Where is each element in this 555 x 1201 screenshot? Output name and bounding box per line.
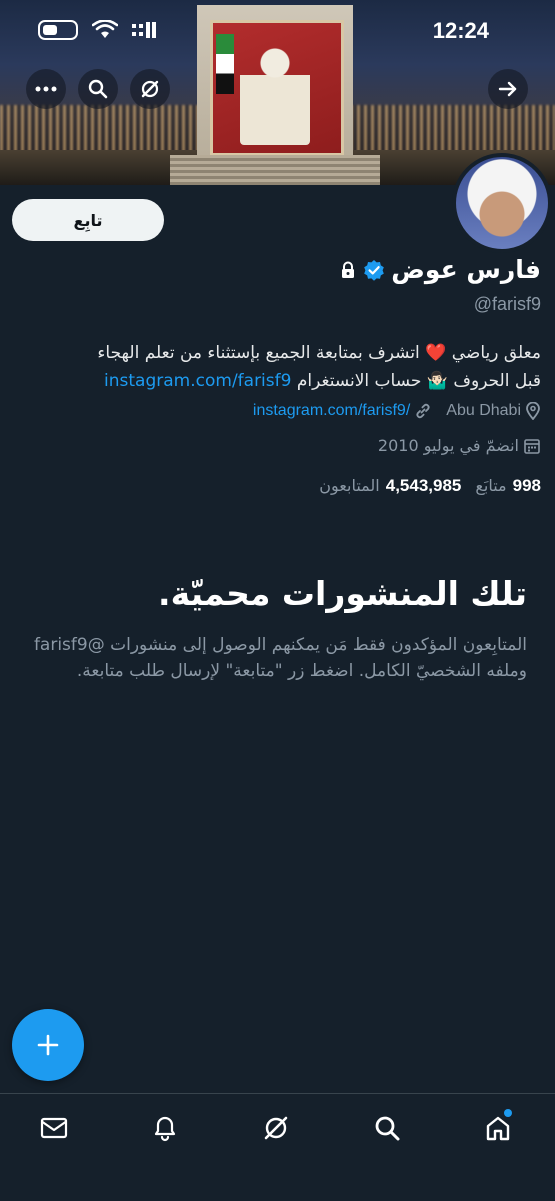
search-profile-button[interactable] bbox=[78, 69, 118, 109]
handle: @farisf9 bbox=[473, 294, 541, 314]
more-icon bbox=[35, 86, 57, 92]
grok-button[interactable] bbox=[130, 69, 170, 109]
back-button[interactable] bbox=[488, 69, 528, 109]
grok-icon bbox=[264, 1116, 288, 1140]
plus-icon bbox=[37, 1034, 59, 1056]
following-label: متابَع bbox=[475, 476, 507, 495]
status-time: 12:24 bbox=[432, 18, 489, 43]
avatar[interactable] bbox=[452, 153, 552, 253]
followers-label: المتابعون bbox=[319, 476, 380, 495]
location: Abu Dhabi bbox=[446, 402, 541, 420]
follow-stats: 998 متابَع 4,543,985 المتابعون bbox=[319, 476, 541, 496]
followers-stat[interactable]: 4,543,985 المتابعون bbox=[319, 476, 461, 496]
joined-text: انضمّ في يوليو 2010 bbox=[377, 436, 519, 455]
more-button[interactable] bbox=[26, 69, 66, 109]
bell-icon bbox=[154, 1116, 176, 1142]
nav-search[interactable] bbox=[367, 1108, 407, 1148]
joined-date: انضمّ في يوليو 2010 bbox=[378, 436, 541, 455]
location-text: Abu Dhabi bbox=[446, 402, 521, 419]
bottom-nav bbox=[0, 1093, 555, 1201]
bio-line-2: قبل الحروف 🤷🏻‍♂️ حساب الانستغرام instagr… bbox=[11, 367, 541, 395]
arrow-right-icon bbox=[498, 81, 517, 97]
signal-icon bbox=[132, 22, 156, 38]
following-stat[interactable]: 998 متابَع bbox=[475, 476, 541, 496]
protected-body: المتابِعون المؤكدون فقط مَن يمكنهم الوصو… bbox=[33, 635, 527, 681]
bio-instagram-link[interactable]: instagram.com/farisf9 bbox=[104, 371, 291, 391]
nav-home[interactable] bbox=[478, 1108, 518, 1148]
home-icon bbox=[486, 1116, 510, 1141]
status-bar: 12:24 bbox=[0, 0, 555, 62]
following-count: 998 bbox=[512, 476, 541, 495]
verified-badge-icon[interactable] bbox=[363, 259, 385, 281]
nav-notifications[interactable] bbox=[145, 1108, 185, 1148]
notification-dot bbox=[504, 1109, 512, 1117]
profile-meta: Abu Dhabi instagram.com/farisf9/ bbox=[253, 402, 541, 420]
location-pin-icon bbox=[526, 402, 540, 420]
bio: معلق رياضي ❤️ اتشرف بمتابعة الجميع بإستث… bbox=[11, 339, 541, 395]
grok-icon bbox=[141, 80, 159, 98]
display-name: فارس عوض bbox=[391, 255, 541, 284]
compose-button[interactable] bbox=[12, 1009, 84, 1081]
nav-grok[interactable] bbox=[256, 1108, 296, 1148]
nav-messages[interactable] bbox=[34, 1108, 74, 1148]
protected-title: تلك المنشورات محميّة. bbox=[158, 574, 527, 613]
website-link[interactable]: instagram.com/farisf9/ bbox=[253, 402, 410, 420]
follow-button[interactable]: تابِع bbox=[12, 199, 164, 241]
mail-icon bbox=[40, 1117, 68, 1139]
bio-line-2-text: قبل الحروف 🤷🏻‍♂️ حساب الانستغرام bbox=[296, 371, 541, 391]
status-icons bbox=[38, 20, 156, 40]
wifi-icon bbox=[92, 20, 118, 38]
calendar-icon bbox=[524, 438, 540, 454]
followers-count: 4,543,985 bbox=[385, 476, 462, 495]
battery-icon bbox=[38, 20, 78, 40]
banner-steps bbox=[170, 155, 380, 185]
search-icon bbox=[88, 79, 108, 99]
website[interactable]: instagram.com/farisf9/ bbox=[253, 402, 432, 420]
link-icon bbox=[416, 403, 430, 419]
bio-line-1: معلق رياضي ❤️ اتشرف بمتابعة الجميع بإستث… bbox=[97, 343, 541, 363]
search-icon bbox=[375, 1116, 400, 1141]
lock-icon bbox=[342, 261, 355, 278]
name-row: فارس عوض bbox=[339, 255, 541, 284]
